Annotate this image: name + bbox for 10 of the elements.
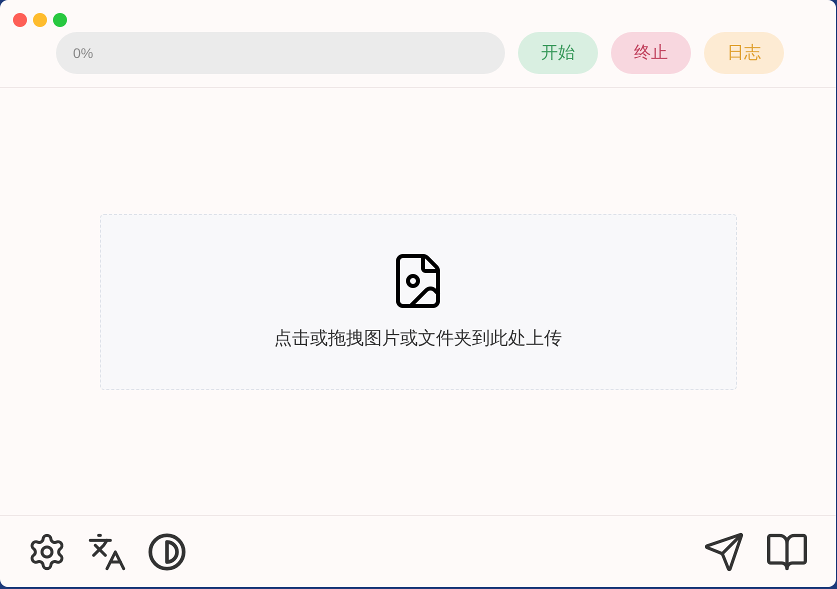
- upload-hint: 点击或拖拽图片或文件夹到此处上传: [274, 327, 562, 350]
- contrast-icon[interactable]: [147, 532, 187, 572]
- log-button[interactable]: 日志: [704, 32, 784, 74]
- start-button[interactable]: 开始: [518, 32, 598, 74]
- send-icon[interactable]: [703, 530, 745, 572]
- close-icon[interactable]: [13, 13, 27, 27]
- translate-icon[interactable]: [87, 532, 127, 572]
- stop-button[interactable]: 终止: [611, 32, 691, 74]
- progress-label: 0%: [72, 44, 94, 63]
- upload-dropzone[interactable]: 点击或拖拽图片或文件夹到此处上传: [100, 214, 736, 390]
